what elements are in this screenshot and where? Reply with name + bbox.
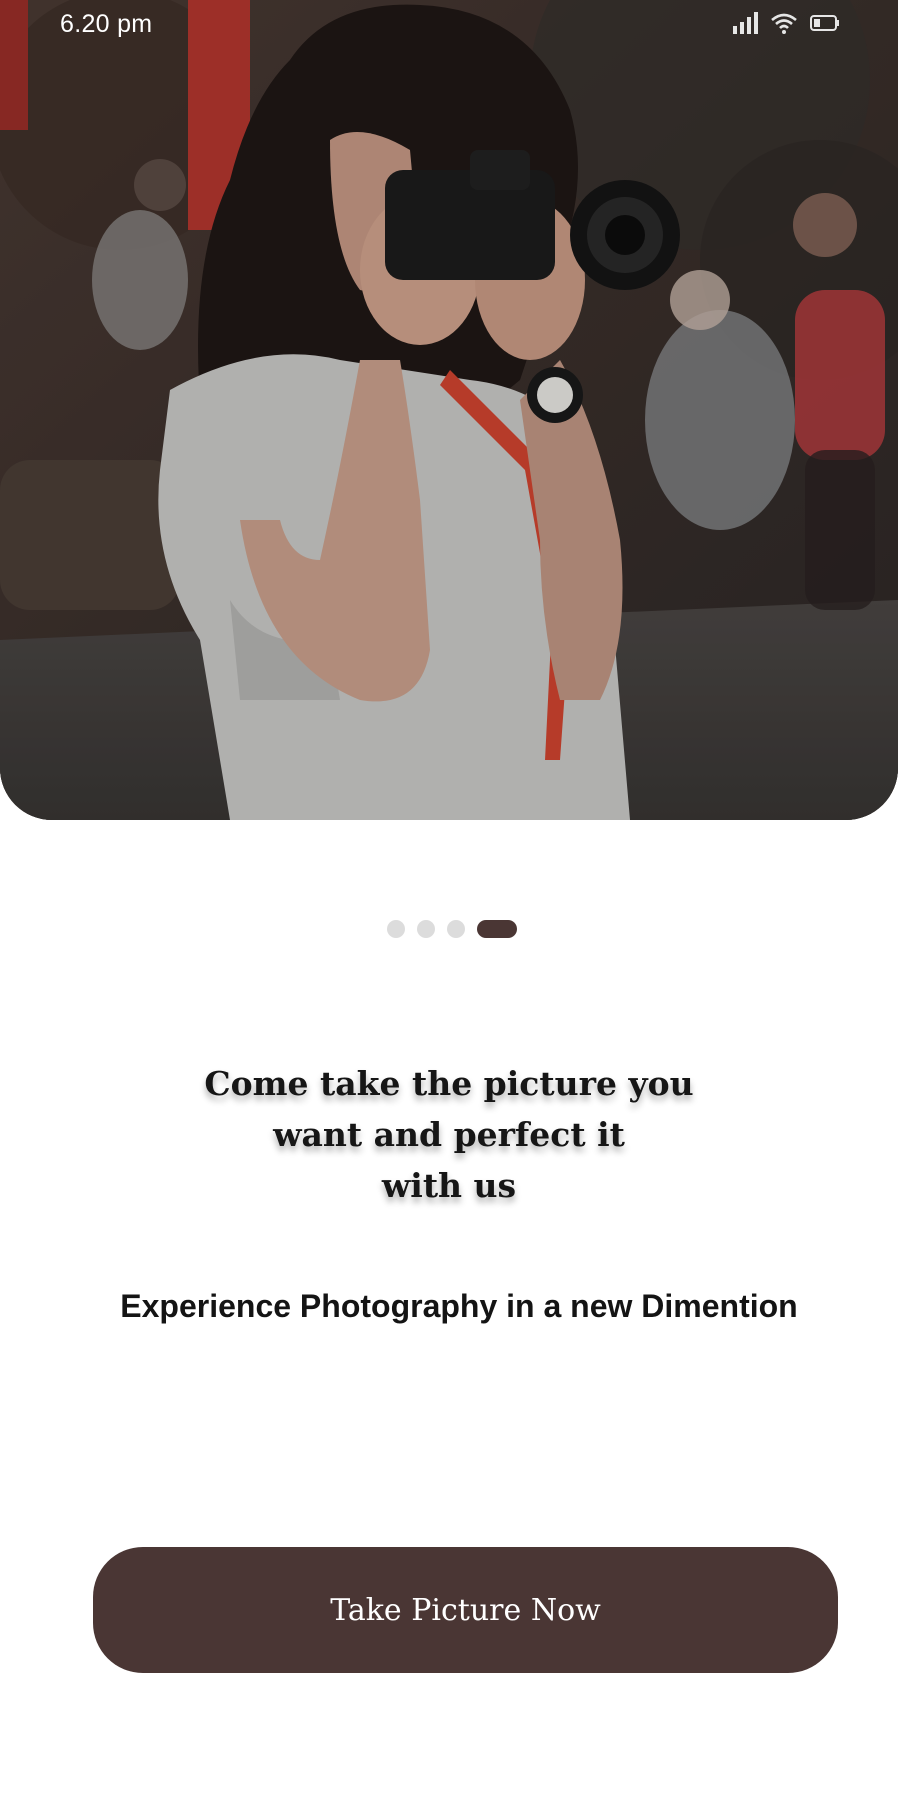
take-picture-button-label: Take Picture Now — [330, 1592, 601, 1628]
status-icons — [732, 12, 840, 34]
page-indicator — [387, 920, 517, 938]
status-time: 6.20 pm — [60, 10, 153, 38]
headline-line: want and perfect it — [273, 1115, 625, 1154]
status-bar: 6.20 pm — [0, 0, 898, 50]
page-dot[interactable] — [387, 920, 405, 938]
headline-line: Come take the picture you — [204, 1064, 694, 1103]
page-dot[interactable] — [417, 920, 435, 938]
page-dot-active[interactable] — [477, 920, 517, 938]
hero-image: 6.20 pm — [0, 0, 898, 820]
battery-icon — [810, 15, 839, 31]
headline-line: with us — [381, 1166, 517, 1205]
take-picture-button[interactable]: Take Picture Now — [93, 1547, 838, 1673]
page-dot[interactable] — [447, 920, 465, 938]
subtitle: Experience Photography in a new Dimentio… — [120, 1288, 798, 1324]
signal-icon — [733, 12, 758, 34]
wifi-icon — [771, 13, 797, 34]
headline: Come take the picture you want and perfe… — [150, 1058, 748, 1211]
photographer-illustration — [0, 0, 898, 820]
